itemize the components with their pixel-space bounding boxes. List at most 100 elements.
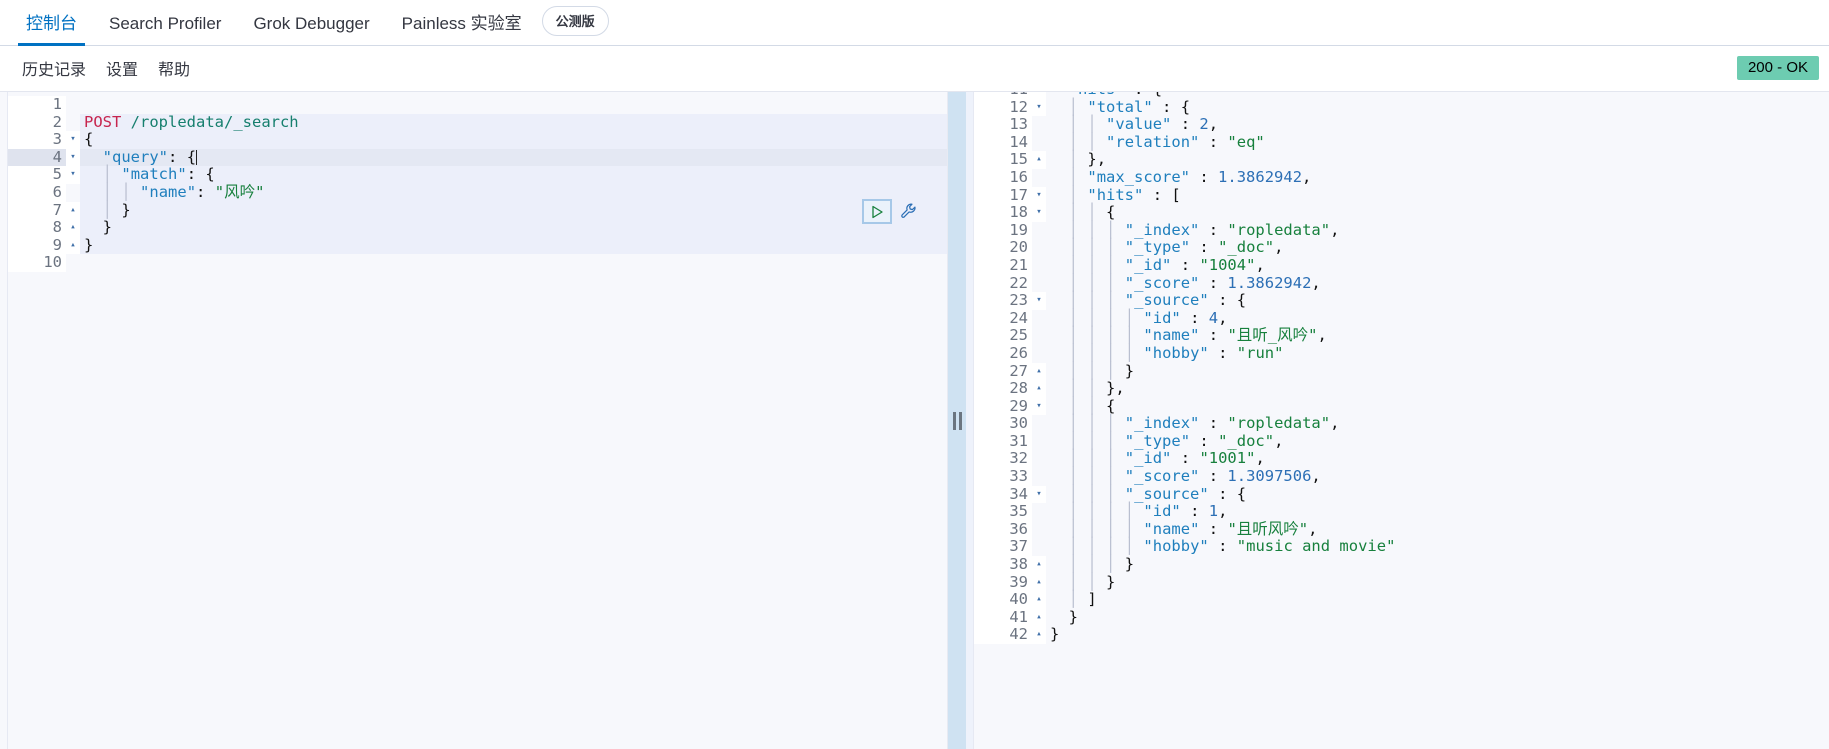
- line-content[interactable]: │ │ │ │ "id" : 1,: [1046, 502, 1829, 521]
- line-content[interactable]: │ "total" : {: [1046, 98, 1829, 117]
- code-line[interactable]: 9 ▴}: [8, 236, 947, 255]
- line-content[interactable]: │ "hits" : [: [1046, 186, 1829, 205]
- line-content[interactable]: │ │ }: [1046, 573, 1829, 592]
- code-line[interactable]: 23 ▾ │ │ │ "_source" : {: [974, 291, 1829, 310]
- code-line[interactable]: 30 │ │ │ "_index" : "ropledata",: [974, 414, 1829, 433]
- line-content[interactable]: │ │ "relation" : "eq": [1046, 133, 1829, 152]
- line-content[interactable]: │ "match": {: [80, 166, 947, 184]
- code-line[interactable]: 10: [8, 254, 947, 272]
- fold-toggle-icon[interactable]: ▴: [1032, 626, 1046, 644]
- code-line[interactable]: 14 │ │ "relation" : "eq": [974, 133, 1829, 152]
- line-content[interactable]: │ │ │ "_source" : {: [1046, 485, 1829, 504]
- fold-toggle-icon[interactable]: ▴: [66, 236, 80, 255]
- line-content[interactable]: │ │ {: [1046, 203, 1829, 222]
- line-content[interactable]: }: [80, 218, 947, 237]
- code-line[interactable]: 39 ▴ │ │ }: [974, 573, 1829, 592]
- fold-toggle-icon[interactable]: ▾: [1032, 204, 1046, 222]
- tab-2[interactable]: Grok Debugger: [237, 15, 385, 45]
- fold-toggle-icon[interactable]: ▴: [1032, 573, 1046, 592]
- code-line[interactable]: 3 ▾{: [8, 130, 947, 149]
- code-line[interactable]: 20 │ │ │ "_type" : "_doc",: [974, 239, 1829, 257]
- code-line[interactable]: 22 │ │ │ "_score" : 1.3862942,: [974, 274, 1829, 293]
- tab-3[interactable]: Painless 实验室: [386, 15, 538, 45]
- line-content[interactable]: }: [80, 236, 947, 255]
- code-line[interactable]: 38 ▴ │ │ │ }: [974, 555, 1829, 574]
- code-line[interactable]: 15 ▴ │ },: [974, 151, 1829, 169]
- fold-toggle-icon[interactable]: ▴: [1032, 151, 1046, 169]
- line-content[interactable]: {: [80, 130, 947, 149]
- code-line[interactable]: 13 │ │ "value" : 2,: [974, 115, 1829, 134]
- line-content[interactable]: }: [1046, 626, 1829, 644]
- line-content[interactable]: │ │ │ │ "hobby" : "run": [1046, 344, 1829, 363]
- code-line[interactable]: 8 ▴ }: [8, 218, 947, 237]
- code-line[interactable]: 24 │ │ │ │ "id" : 4,: [974, 309, 1829, 328]
- fold-toggle-icon[interactable]: ▾: [1032, 98, 1046, 117]
- line-content[interactable]: │ │ │ "_type" : "_doc",: [1046, 432, 1829, 451]
- code-line[interactable]: 36 │ │ │ │ "name" : "且听风吟",: [974, 520, 1829, 539]
- fold-toggle-icon[interactable]: ▴: [1032, 556, 1046, 574]
- line-content[interactable]: │ │ │ │ "hobby" : "music and movie": [1046, 538, 1829, 557]
- line-content[interactable]: │ │ │ "_index" : "ropledata",: [1046, 414, 1829, 433]
- code-line[interactable]: 25 │ │ │ │ "name" : "且听_风吟",: [974, 327, 1829, 345]
- line-content[interactable]: │ │ │ }: [1046, 555, 1829, 574]
- line-content[interactable]: │ │ │ │ "id" : 4,: [1046, 309, 1829, 328]
- play-button[interactable]: [862, 199, 892, 224]
- code-line[interactable]: 28 ▴ │ │ },: [974, 379, 1829, 398]
- line-content[interactable]: │ │ │ "_source" : {: [1046, 291, 1829, 310]
- code-line[interactable]: 6 │ │ "name": "风吟": [8, 183, 947, 202]
- line-content[interactable]: │ ]: [1046, 590, 1829, 609]
- fold-toggle-icon[interactable]: ▴: [1032, 362, 1046, 381]
- code-line[interactable]: 32 │ │ │ "_id" : "1001",: [974, 450, 1829, 469]
- fold-toggle-icon[interactable]: ▴: [66, 219, 80, 237]
- code-line[interactable]: 7 ▴ │ }: [8, 201, 947, 220]
- fold-toggle-icon[interactable]: ▾: [1032, 186, 1046, 205]
- line-content[interactable]: │ },: [1046, 151, 1829, 169]
- fold-toggle-icon[interactable]: ▾: [66, 131, 80, 149]
- fold-toggle-icon[interactable]: ▴: [66, 201, 80, 220]
- code-line[interactable]: 40 ▴ │ ]: [974, 590, 1829, 609]
- line-content[interactable]: │ "max_score" : 1.3862942,: [1046, 168, 1829, 187]
- beta-badge[interactable]: 公测版: [541, 6, 609, 36]
- line-content[interactable]: │ │ "name": "风吟": [80, 183, 947, 202]
- code-line[interactable]: 19 │ │ │ "_index" : "ropledata",: [974, 221, 1829, 240]
- tab-1[interactable]: Search Profiler: [93, 15, 237, 45]
- code-line[interactable]: 27 ▴ │ │ │ }: [974, 362, 1829, 381]
- line-content[interactable]: │ │ {: [1046, 397, 1829, 416]
- code-line[interactable]: 4 ▾ "query": {: [8, 148, 947, 167]
- request-editor-code[interactable]: 1 2 POST /ropledata/_search 3 ▾{4 ▾ "query": …: [8, 95, 947, 272]
- panel-splitter[interactable]: [948, 92, 966, 749]
- line-content[interactable]: │ │ },: [1046, 379, 1829, 398]
- code-line[interactable]: 16 │ "max_score" : 1.3862942,: [974, 168, 1829, 187]
- menu-item-2[interactable]: 帮助: [148, 56, 200, 80]
- code-line[interactable]: 18 ▾ │ │ {: [974, 203, 1829, 222]
- fold-toggle-icon[interactable]: ▾: [1032, 92, 1046, 99]
- line-content[interactable]: │ │ │ │ "name" : "且听_风吟",: [1046, 327, 1829, 345]
- code-line[interactable]: 17 ▾ │ "hits" : [: [974, 186, 1829, 205]
- line-content[interactable]: │ │ │ "_id" : "1004",: [1046, 256, 1829, 275]
- code-line[interactable]: 35 │ │ │ │ "id" : 1,: [974, 502, 1829, 521]
- line-content[interactable]: }: [1046, 608, 1829, 627]
- code-line[interactable]: 1: [8, 95, 947, 114]
- code-line[interactable]: 2 POST /ropledata/_search: [8, 113, 947, 132]
- line-content[interactable]: │ │ │ "_index" : "ropledata",: [1046, 221, 1829, 240]
- line-content[interactable]: POST /ropledata/_search: [80, 113, 947, 132]
- code-line[interactable]: 41 ▴ }: [974, 608, 1829, 627]
- code-line[interactable]: 33 │ │ │ "_score" : 1.3097506,: [974, 467, 1829, 486]
- fold-toggle-icon[interactable]: ▴: [1032, 591, 1046, 609]
- line-content[interactable]: │ │ │ │ "name" : "且听风吟",: [1046, 520, 1829, 539]
- tab-0[interactable]: 控制台: [10, 15, 93, 46]
- code-line[interactable]: 31 │ │ │ "_type" : "_doc",: [974, 432, 1829, 451]
- code-line[interactable]: 34 ▾ │ │ │ "_source" : {: [974, 485, 1829, 504]
- fold-toggle-icon[interactable]: ▾: [1032, 397, 1046, 416]
- fold-toggle-icon[interactable]: ▾: [1032, 292, 1046, 310]
- code-line[interactable]: 5 ▾ │ "match": {: [8, 166, 947, 184]
- code-line[interactable]: 37 │ │ │ │ "hobby" : "music and movie": [974, 538, 1829, 557]
- line-content[interactable]: │ │ │ "_type" : "_doc",: [1046, 239, 1829, 257]
- fold-toggle-icon[interactable]: ▴: [1032, 380, 1046, 398]
- line-content[interactable]: │ │ │ "_score" : 1.3862942,: [1046, 274, 1829, 293]
- code-line[interactable]: 26 │ │ │ │ "hobby" : "run": [974, 344, 1829, 363]
- code-line[interactable]: 42 ▴}: [974, 626, 1829, 644]
- line-content[interactable]: │ │ │ "_score" : 1.3097506,: [1046, 467, 1829, 486]
- request-editor-panel[interactable]: 1 2 POST /ropledata/_search 3 ▾{4 ▾ "query": …: [0, 92, 948, 749]
- wrench-button[interactable]: [898, 201, 920, 223]
